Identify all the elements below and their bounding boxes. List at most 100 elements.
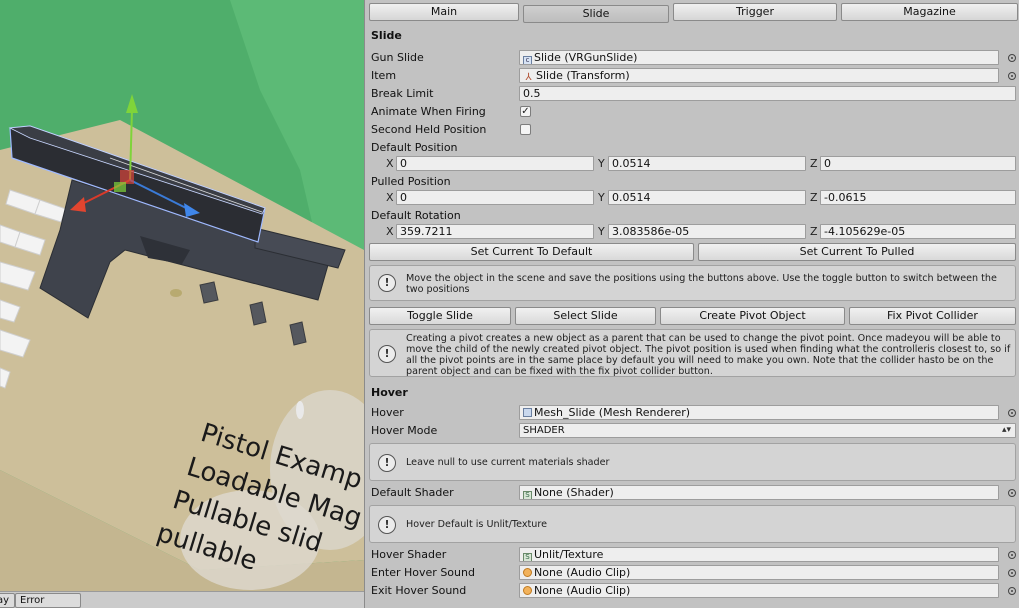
- axis-x-label: X: [386, 191, 394, 204]
- gun-slide-label: Gun Slide: [371, 51, 424, 64]
- default-position-y[interactable]: 0.0514: [608, 156, 806, 171]
- axis-z-label: Z: [810, 157, 818, 170]
- info-icon: !: [378, 345, 396, 363]
- item-row: Item ⅄ Slide (Transform): [365, 68, 1019, 84]
- object-picker-icon[interactable]: [1008, 489, 1016, 497]
- default-rotation-z[interactable]: -4.105629e-05: [820, 224, 1016, 239]
- tab-slide[interactable]: Slide: [523, 5, 669, 23]
- enter-sound-field[interactable]: None (Audio Clip): [519, 565, 999, 580]
- set-pulled-button[interactable]: Set Current To Pulled: [698, 243, 1016, 261]
- default-shader-value: None (Shader): [534, 486, 614, 499]
- set-default-button[interactable]: Set Current To Default: [369, 243, 694, 261]
- create-pivot-button[interactable]: Create Pivot Object: [660, 307, 845, 325]
- hover-shader-row: Hover Shader S Unlit/Texture: [365, 547, 1019, 563]
- play-toggle[interactable]: ay: [0, 593, 15, 608]
- gun-slide-row: Gun Slide c Slide (VRGunSlide): [365, 50, 1019, 66]
- fix-pivot-button[interactable]: Fix Pivot Collider: [849, 307, 1016, 325]
- item-value: Slide (Transform): [536, 69, 630, 82]
- help-text-positions: Move the object in the scene and save th…: [406, 273, 997, 295]
- help-box-default: ! Hover Default is Unlit/Texture: [369, 505, 1016, 543]
- audio-clip-icon: [523, 568, 532, 577]
- hover-value: Mesh_Slide (Mesh Renderer): [534, 406, 691, 419]
- enter-sound-row: Enter Hover Sound None (Audio Clip): [365, 565, 1019, 581]
- axis-z-label: Z: [810, 225, 818, 238]
- exit-sound-value: None (Audio Clip): [534, 584, 631, 597]
- animate-label: Animate When Firing: [371, 105, 486, 118]
- info-icon: !: [378, 274, 396, 292]
- default-rotation-x[interactable]: 359.7211: [396, 224, 594, 239]
- axis-x-label: X: [386, 157, 394, 170]
- error-pause-toggle[interactable]: Error Pause: [15, 593, 81, 608]
- object-picker-icon[interactable]: [1008, 551, 1016, 559]
- exit-sound-field[interactable]: None (Audio Clip): [519, 583, 999, 598]
- help-text-null: Leave null to use current materials shad…: [406, 457, 610, 468]
- hover-row: Hover Mesh_Slide (Mesh Renderer): [365, 405, 1019, 421]
- axis-y-label: Y: [598, 191, 605, 204]
- object-picker-icon[interactable]: [1008, 54, 1016, 62]
- animate-row: Animate When Firing ✓: [365, 104, 1019, 120]
- help-box-positions: ! Move the object in the scene and save …: [369, 265, 1016, 301]
- hover-mode-dropdown[interactable]: SHADER ▴▾: [519, 423, 1016, 438]
- hover-shader-field[interactable]: S Unlit/Texture: [519, 547, 999, 562]
- select-slide-button[interactable]: Select Slide: [515, 307, 656, 325]
- animate-checkbox[interactable]: ✓: [520, 106, 531, 117]
- default-shader-label: Default Shader: [371, 486, 454, 499]
- transform-icon: ⅄: [525, 72, 532, 83]
- hover-mode-label: Hover Mode: [371, 424, 438, 437]
- audio-clip-icon: [523, 586, 532, 595]
- axis-y-label: Y: [598, 225, 605, 238]
- default-position-x[interactable]: 0: [396, 156, 594, 171]
- pulled-position-header: Pulled Position: [365, 174, 1019, 190]
- script-icon: c: [523, 56, 532, 64]
- section-title-slide: Slide: [371, 29, 402, 42]
- axis-z-label: Z: [810, 191, 818, 204]
- item-field[interactable]: ⅄ Slide (Transform): [519, 68, 999, 83]
- second-held-checkbox[interactable]: [520, 124, 531, 135]
- scene-view[interactable]: Pistol Examp Loadable Mag Pullable slid …: [0, 0, 364, 608]
- hover-shader-value: Unlit/Texture: [534, 548, 604, 561]
- tab-trigger[interactable]: Trigger: [673, 3, 837, 21]
- help-text-default: Hover Default is Unlit/Texture: [406, 519, 548, 530]
- status-bar: ay Error Pause: [0, 591, 364, 608]
- enter-sound-label: Enter Hover Sound: [371, 566, 475, 579]
- default-shader-field[interactable]: S None (Shader): [519, 485, 999, 500]
- tab-magazine[interactable]: Magazine: [841, 3, 1018, 21]
- default-rotation-label: Default Rotation: [371, 209, 461, 222]
- default-rotation-header: Default Rotation: [365, 208, 1019, 224]
- section-title-hover: Hover: [371, 386, 408, 399]
- pulled-position-row: X 0 Y 0.0514 Z -0.0615: [365, 190, 1019, 206]
- default-position-z[interactable]: 0: [820, 156, 1016, 171]
- item-label: Item: [371, 69, 397, 82]
- pulled-position-y[interactable]: 0.0514: [608, 190, 806, 205]
- break-limit-row: Break Limit 0.5: [365, 86, 1019, 102]
- enter-sound-value: None (Audio Clip): [534, 566, 631, 579]
- shader-icon: S: [523, 553, 532, 561]
- hover-mode-row: Hover Mode SHADER ▴▾: [365, 423, 1019, 439]
- toggle-slide-button[interactable]: Toggle Slide: [369, 307, 511, 325]
- inspector-panel: Main Slide Trigger Magazine Slide Gun Sl…: [364, 0, 1019, 608]
- axis-x-label: X: [386, 225, 394, 238]
- info-icon: !: [378, 516, 396, 534]
- default-position-label: Default Position: [371, 141, 458, 154]
- hover-mode-value: SHADER: [523, 425, 565, 436]
- object-picker-icon[interactable]: [1008, 569, 1016, 577]
- hover-field[interactable]: Mesh_Slide (Mesh Renderer): [519, 405, 999, 420]
- pulled-position-x[interactable]: 0: [396, 190, 594, 205]
- tab-main[interactable]: Main: [369, 3, 519, 21]
- object-picker-icon[interactable]: [1008, 72, 1016, 80]
- object-picker-icon[interactable]: [1008, 587, 1016, 595]
- axis-y-label: Y: [598, 157, 605, 170]
- second-held-label: Second Held Position: [371, 123, 487, 136]
- second-held-row: Second Held Position: [365, 122, 1019, 138]
- break-limit-input[interactable]: 0.5: [519, 86, 1016, 101]
- exit-sound-row: Exit Hover Sound None (Audio Clip): [365, 583, 1019, 599]
- default-rotation-y[interactable]: 3.083586e-05: [608, 224, 806, 239]
- hover-shader-label: Hover Shader: [371, 548, 447, 561]
- default-rotation-row: X 359.7211 Y 3.083586e-05 Z -4.105629e-0…: [365, 224, 1019, 240]
- pulled-position-z[interactable]: -0.0615: [820, 190, 1016, 205]
- default-position-header: Default Position: [365, 140, 1019, 156]
- gun-slide-field[interactable]: c Slide (VRGunSlide): [519, 50, 999, 65]
- gun-slide-value: Slide (VRGunSlide): [534, 51, 638, 64]
- object-picker-icon[interactable]: [1008, 409, 1016, 417]
- shader-icon: S: [523, 491, 532, 499]
